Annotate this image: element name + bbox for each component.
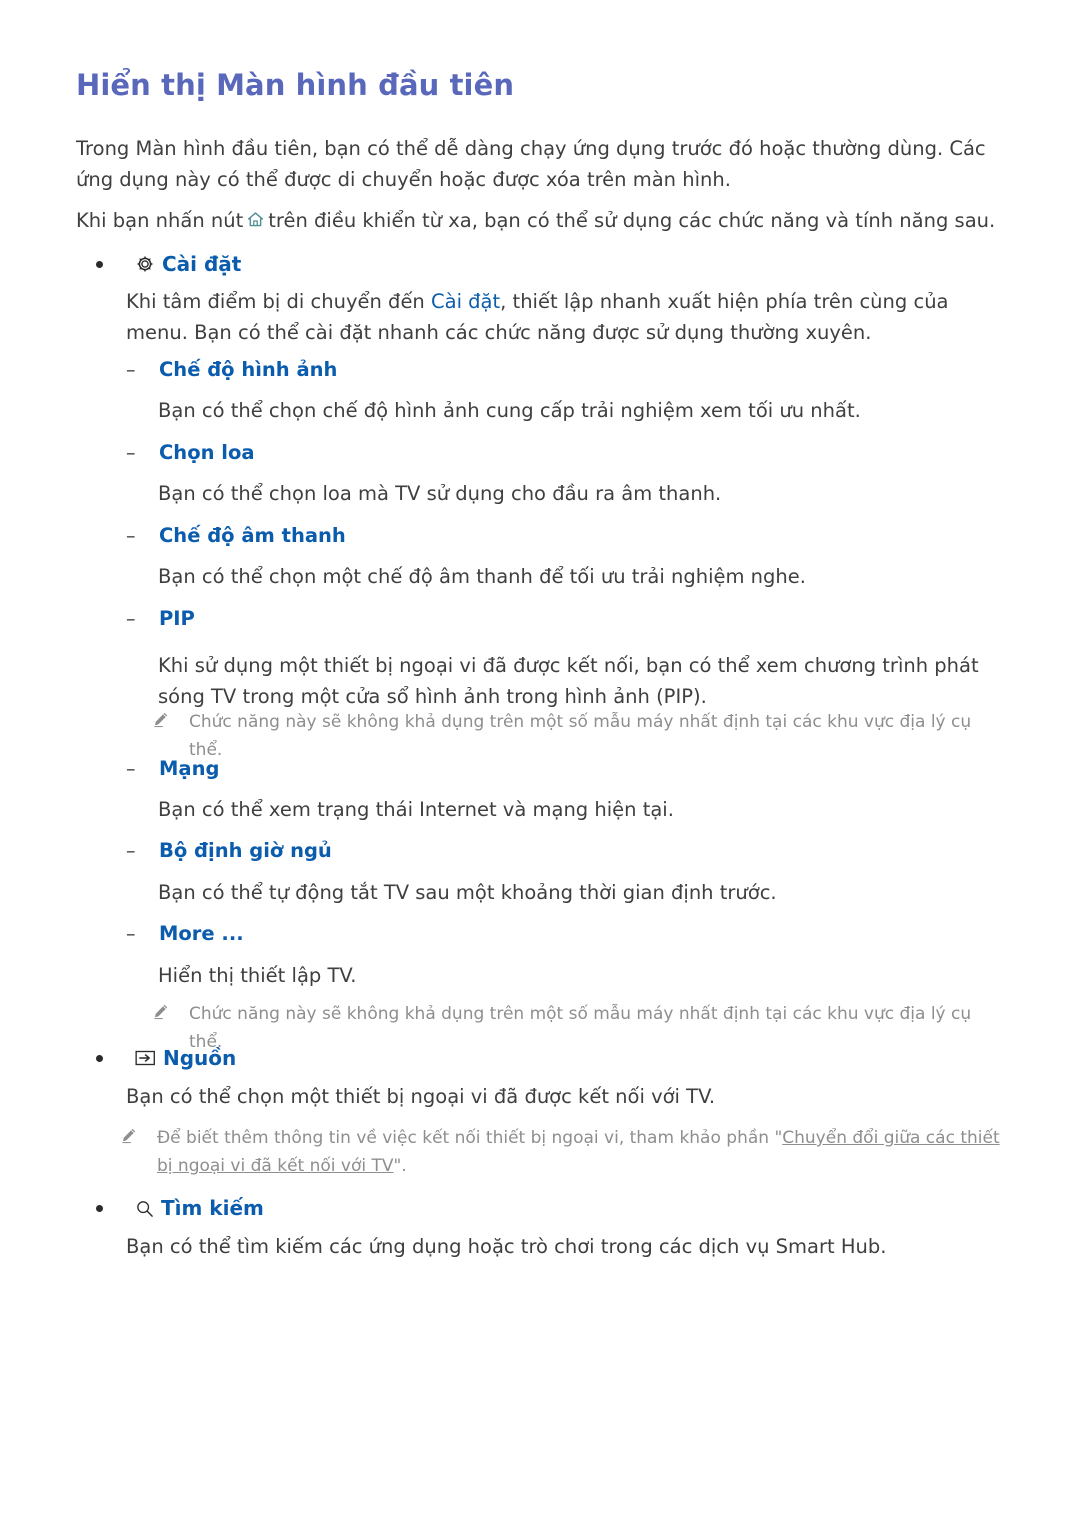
bullet-item-nguon[interactable]: Nguồn [96,1046,236,1070]
pencil-icon [120,1127,137,1148]
subitem-che-do-am-thanh[interactable]: – Chế độ âm thanh [126,524,346,547]
bullet-item-label: Cài đặt [162,252,242,276]
bullet-item-tim-kiem[interactable]: Tìm kiếm [96,1196,264,1220]
subitem-label: Chế độ âm thanh [159,524,346,547]
subitem-mang-body: Bạn có thể xem trạng thái Internet và mạ… [158,798,674,821]
bullet-item-label: Tìm kiếm [161,1196,264,1220]
bullet-marker [96,1204,103,1212]
bullet-item-label: Nguồn [163,1046,237,1070]
intro-paragraph-2-prefix: Khi bạn nhấn nút [76,209,244,232]
subitem-more[interactable]: – More ... [126,922,244,945]
dash-marker: – [126,525,136,547]
note-text: Chức năng này sẽ không khả dụng trên một… [189,712,972,760]
dash-marker: – [126,608,136,630]
subitem-label: PIP [159,607,195,630]
pencil-icon [152,1003,169,1024]
subitem-pip-body: Khi sử dụng một thiết bị ngoại vi đã đượ… [158,654,979,708]
subitem-che-do-hinh-anh[interactable]: – Chế độ hình ảnh [126,358,337,381]
note-pip: Chức năng này sẽ không khả dụng trên một… [152,708,1002,764]
bullet-item-cai-dat[interactable]: Cài đặt [96,252,241,276]
dash-marker: – [126,840,136,862]
dash-marker: – [126,359,136,381]
dash-marker: – [126,442,136,464]
subitem-label: Bộ định giờ ngủ [159,839,332,862]
subitem-more-body: Hiển thị thiết lập TV. [158,964,357,987]
home-icon [246,207,265,238]
inline-link-cai-dat[interactable]: Cài đặt [431,290,500,313]
note-text-suffix: ". [393,1156,407,1176]
section-cai-dat-body: Khi tâm điểm bị di chuyển đến Cài đặt, t… [126,286,1006,348]
section-tim-kiem-body: Bạn có thể tìm kiếm các ứng dụng hoặc tr… [126,1235,887,1258]
dash-marker: – [126,923,136,945]
note-nguon: Để biết thêm thông tin về việc kết nối t… [120,1124,1010,1180]
gear-icon [135,254,155,274]
subitem-bo-dinh-gio-ngu-body: Bạn có thể tự động tắt TV sau một khoảng… [158,881,777,904]
bullet-marker [96,260,103,268]
bullet-marker [96,1054,103,1062]
subitem-mang[interactable]: – Mạng [126,757,219,780]
subitem-label: Chọn loa [159,441,255,464]
source-icon [135,1049,156,1067]
intro-paragraph-1: Trong Màn hình đầu tiên, bạn có thể dễ d… [76,137,986,191]
document-page: Hiển thị Màn hình đầu tiên Trong Màn hìn… [0,0,1080,1527]
dash-marker: – [126,758,136,780]
subitem-che-do-hinh-anh-body: Bạn có thể chọn chế độ hình ảnh cung cấp… [158,399,861,422]
subitem-label: Mạng [159,757,220,780]
subitem-label: Chế độ hình ảnh [159,358,338,381]
subitem-bo-dinh-gio-ngu[interactable]: – Bộ định giờ ngủ [126,839,332,862]
subitem-label: More ... [159,922,244,945]
intro-paragraph-2: Khi bạn nhấn nút trên điều khiển từ xa, … [76,205,1006,238]
note-text-prefix: Để biết thêm thông tin về việc kết nối t… [157,1128,783,1148]
section-nguon-body: Bạn có thể chọn một thiết bị ngoại vi đã… [126,1085,716,1108]
note-text: Chức năng này sẽ không khả dụng trên một… [189,1004,972,1052]
note-more: Chức năng này sẽ không khả dụng trên một… [152,1000,1002,1056]
subitem-pip[interactable]: – PIP [126,607,195,630]
section-body-prefix: Khi tâm điểm bị di chuyển đến [126,290,431,313]
pencil-icon [152,711,169,732]
subitem-che-do-am-thanh-body: Bạn có thể chọn một chế độ âm thanh để t… [158,565,806,588]
page-title: Hiển thị Màn hình đầu tiên [76,68,515,102]
subitem-chon-loa-body: Bạn có thể chọn loa mà TV sử dụng cho đầ… [158,482,722,505]
note-text: Để biết thêm thông tin về việc kết nối t… [157,1124,1010,1180]
intro-paragraph-2-suffix: trên điều khiển từ xa, bạn có thể sử dụn… [268,209,996,232]
search-icon [135,1199,154,1218]
subitem-chon-loa[interactable]: – Chọn loa [126,441,255,464]
